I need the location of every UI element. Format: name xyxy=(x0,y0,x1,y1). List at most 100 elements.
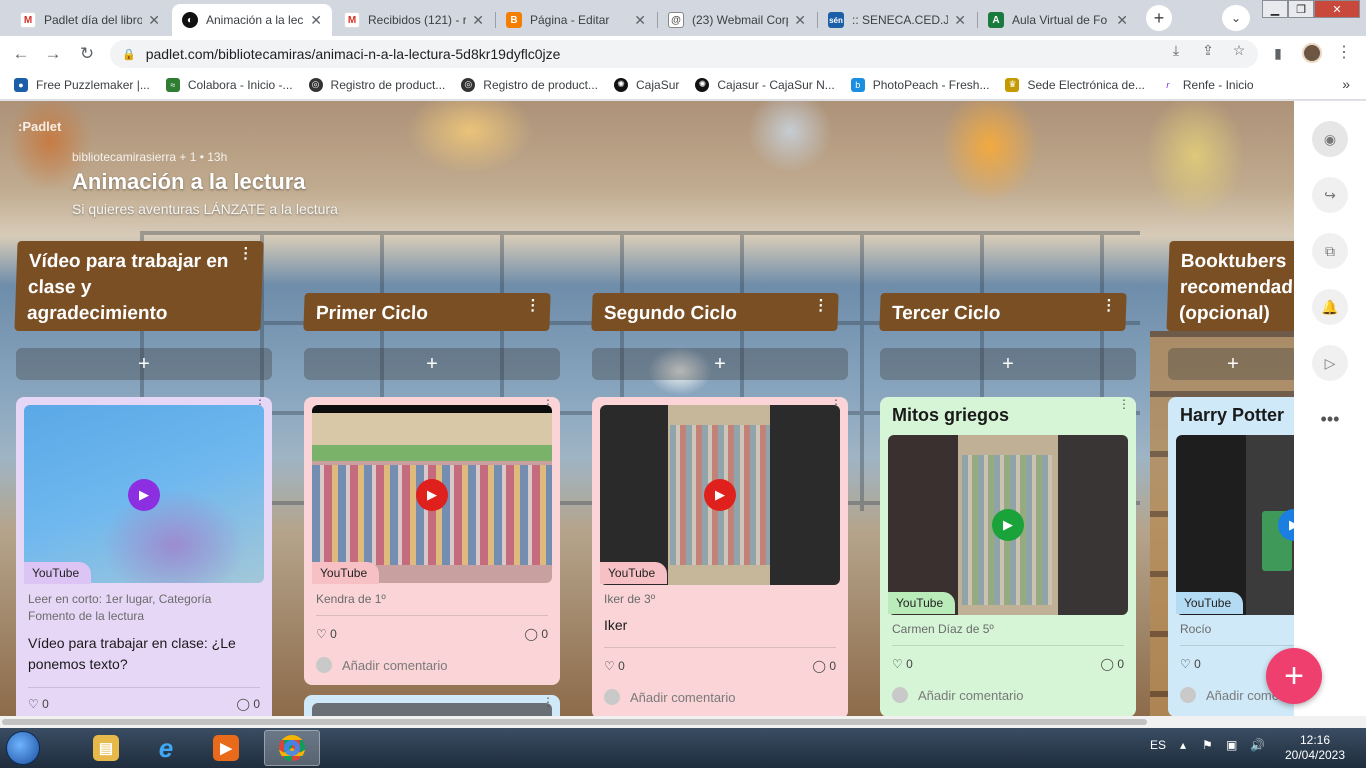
more-options-icon[interactable]: ⋮ xyxy=(1101,297,1117,314)
reload-button[interactable]: ↻ xyxy=(76,43,98,65)
bookmark-item[interactable]: ≈ Colabora - Inicio -... xyxy=(165,77,293,92)
video-thumbnail[interactable]: ▶ xyxy=(1176,435,1294,615)
bell-icon[interactable]: 🔔 xyxy=(1312,289,1348,325)
network-icon[interactable]: ▣ xyxy=(1226,738,1237,752)
more-options-icon[interactable]: ⋮ xyxy=(525,297,541,314)
add-comment-field[interactable]: Añadir comentario xyxy=(892,687,1024,703)
column-header[interactable]: Primer Ciclo ⋮ xyxy=(303,293,551,331)
share-icon[interactable]: ⇪ xyxy=(1198,40,1218,60)
add-post-button[interactable]: + xyxy=(592,348,848,380)
browser-menu-icon[interactable]: ⋮ xyxy=(1336,42,1352,62)
install-icon[interactable]: ⤓ xyxy=(1166,40,1186,60)
like-button[interactable]: ♡ 0 xyxy=(28,697,49,711)
side-panel-icon[interactable]: ▮ xyxy=(1268,43,1288,63)
padlet-logo[interactable]: :Padlet xyxy=(18,119,61,134)
taskbar-chrome[interactable] xyxy=(264,730,320,766)
close-icon[interactable]: ✕ xyxy=(634,12,646,29)
video-thumbnail[interactable]: ▶ xyxy=(24,405,264,583)
language-indicator[interactable]: ES xyxy=(1150,738,1166,752)
video-thumbnail[interactable]: ▶ xyxy=(888,435,1128,615)
tab-seneca[interactable]: sén :: SENECA.CED.JUN ✕ xyxy=(818,4,976,36)
like-button[interactable]: ♡ 0 xyxy=(892,657,913,671)
scrollbar-thumb[interactable] xyxy=(2,719,1147,725)
taskbar-media-player[interactable]: ▶ xyxy=(198,730,254,766)
start-button[interactable] xyxy=(6,731,40,765)
column-header[interactable]: Vídeo para trabajar en clase y agradecim… xyxy=(14,241,264,331)
volume-icon[interactable]: 🔊 xyxy=(1250,738,1265,752)
back-button[interactable]: ← xyxy=(10,43,32,65)
bookmark-item[interactable]: ✺ CajaSur xyxy=(614,77,679,92)
comment-count-button[interactable]: ◯ 0 xyxy=(813,659,836,673)
play-icon[interactable]: ▶ xyxy=(416,479,448,511)
new-tab-button[interactable]: + xyxy=(1146,5,1172,31)
close-icon[interactable]: ✕ xyxy=(148,12,160,29)
tab-pagina-editar[interactable]: B Página - Editar ✕ xyxy=(496,4,656,36)
tab-search-button[interactable]: ⌄ xyxy=(1222,5,1250,31)
play-icon[interactable]: ▶ xyxy=(128,479,160,511)
close-icon[interactable]: ✕ xyxy=(310,12,322,29)
post-card[interactable]: ⋮ ▶ YouTube Kendra de 1º ♡ 0 ◯ 0 Añadir … xyxy=(304,397,560,685)
forward-button[interactable]: → xyxy=(42,43,64,65)
column-header[interactable]: Segundo Ciclo ⋮ xyxy=(591,293,839,331)
add-comment-field[interactable]: Añadir comentario xyxy=(316,657,448,673)
flag-icon[interactable]: ⚑ xyxy=(1202,738,1213,752)
video-thumbnail[interactable]: ▶ xyxy=(312,405,552,583)
video-thumbnail[interactable]: ▶ xyxy=(600,405,840,585)
horizontal-scrollbar[interactable] xyxy=(0,716,1366,728)
comment-count-button[interactable]: ◯ 0 xyxy=(1101,657,1124,671)
column-header[interactable]: Booktubers recomendad (opcional) xyxy=(1166,241,1294,331)
video-thumbnail[interactable] xyxy=(312,703,552,716)
bookmark-item[interactable]: ◎ Registro de product... xyxy=(461,77,598,92)
more-options-icon[interactable]: ⋮ xyxy=(1118,398,1130,410)
add-comment-field[interactable]: Añadir comentario xyxy=(604,689,736,705)
play-icon[interactable]: ▶ xyxy=(704,479,736,511)
tab-recibidos[interactable]: M Recibidos (121) - r ✕ xyxy=(334,4,494,36)
comment-count-button[interactable]: ◯ 0 xyxy=(237,697,260,711)
add-post-button[interactable]: + xyxy=(1168,348,1294,380)
play-icon[interactable]: ▶ xyxy=(992,509,1024,541)
close-icon[interactable]: ✕ xyxy=(954,12,966,29)
more-options-icon[interactable]: ⋮ xyxy=(813,297,829,314)
tab-aula-virtual[interactable]: A Aula Virtual de Fo ✕ xyxy=(978,4,1138,36)
add-post-button[interactable]: + xyxy=(304,348,560,380)
taskbar-internet-explorer[interactable]: e xyxy=(138,730,194,766)
add-post-button[interactable]: + xyxy=(880,348,1136,380)
close-icon[interactable]: ✕ xyxy=(1116,12,1128,29)
more-options-icon[interactable]: ••• xyxy=(1312,401,1348,437)
post-card[interactable]: Mitos griegos ⋮ ▶ YouTube Carmen Díaz de… xyxy=(880,397,1136,716)
like-button[interactable]: ♡ 0 xyxy=(604,659,625,673)
maximize-button[interactable]: ❐ xyxy=(1288,0,1314,18)
bookmark-star-icon[interactable]: ☆ xyxy=(1229,40,1249,60)
post-card[interactable]: ⋮ ▶ YouTube Iker de 3º Iker ♡ 0 ◯ 0 Añad… xyxy=(592,397,848,716)
more-options-icon[interactable]: ⋮ xyxy=(542,696,554,708)
bookmark-item[interactable]: r Renfe - Inicio xyxy=(1160,77,1254,92)
profile-avatar[interactable] xyxy=(1302,43,1322,63)
post-card[interactable]: ⋮ ▶ YouTube Leer en corto: 1er lugar, Ca… xyxy=(16,397,272,716)
post-card[interactable]: ⋮ xyxy=(304,695,560,716)
add-comment-field[interactable]: Añadir come xyxy=(1180,687,1279,703)
remake-icon[interactable]: ⧉ xyxy=(1312,233,1348,269)
taskbar-explorer[interactable]: ▤ xyxy=(78,730,134,766)
close-icon[interactable]: ✕ xyxy=(794,12,806,29)
bookmark-item[interactable]: ● Free Puzzlemaker |... xyxy=(14,77,150,92)
close-window-button[interactable]: ✕ xyxy=(1314,0,1360,18)
bookmark-item[interactable]: ♛ Sede Electrónica de... xyxy=(1005,77,1145,92)
add-post-button[interactable]: + xyxy=(16,348,272,380)
more-options-icon[interactable]: ⋮ xyxy=(238,245,254,262)
tab-padlet-dia-libro[interactable]: M Padlet día del libro ✕ xyxy=(10,4,170,36)
column-header[interactable]: Tercer Ciclo ⋮ xyxy=(879,293,1127,331)
tray-expand-icon[interactable]: ▴ xyxy=(1180,738,1186,752)
system-clock[interactable]: 12:16 20/04/2023 xyxy=(1282,733,1348,763)
bookmark-item[interactable]: b PhotoPeach - Fresh... xyxy=(850,77,989,92)
tab-animacion-lectura[interactable]: ◐ Animación a la lec ✕ xyxy=(172,4,332,36)
add-post-fab[interactable]: + xyxy=(1266,648,1322,704)
slideshow-icon[interactable]: ▷ xyxy=(1312,345,1348,381)
like-button[interactable]: ♡ 0 xyxy=(1180,657,1201,671)
share-icon[interactable]: ↪ xyxy=(1312,177,1348,213)
address-bar[interactable]: 🔒 padlet.com/bibliotecamiras/animaci-n-a… xyxy=(110,40,1258,68)
comment-count-button[interactable]: ◯ 0 xyxy=(525,627,548,641)
bookmark-item[interactable]: ◎ Registro de product... xyxy=(308,77,445,92)
user-avatar-icon[interactable]: ◉ xyxy=(1312,121,1348,157)
tab-webmail[interactable]: @ (23) Webmail Corp ✕ xyxy=(658,4,816,36)
close-icon[interactable]: ✕ xyxy=(472,12,484,29)
